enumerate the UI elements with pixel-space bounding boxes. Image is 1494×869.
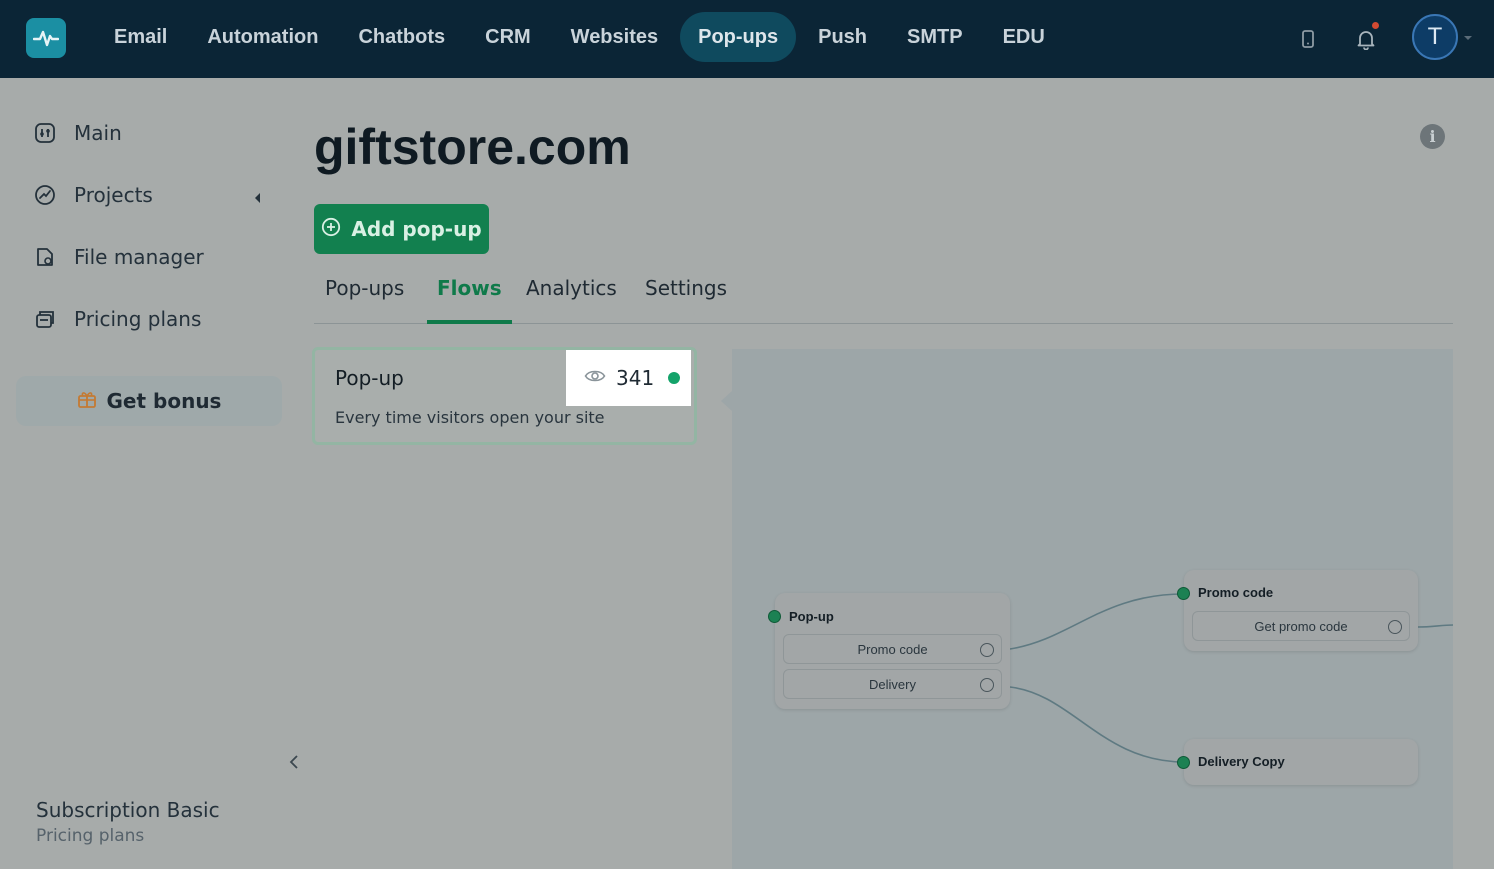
pricing-icon xyxy=(34,308,56,330)
flow-node-delivery-copy[interactable]: Delivery Copy xyxy=(1177,739,1418,785)
pulse-icon xyxy=(33,30,59,47)
nav-popups[interactable]: Pop-ups xyxy=(680,12,797,62)
plus-circle-icon xyxy=(321,217,341,242)
get-bonus-label: Get bonus xyxy=(106,389,222,413)
sidebar-item-file-manager[interactable]: File manager xyxy=(34,242,204,272)
sidebar-item-pricing-plans[interactable]: Pricing plans xyxy=(34,304,201,334)
views-count: 341 xyxy=(616,366,655,390)
add-popup-label: Add pop-up xyxy=(351,217,482,241)
nav-email[interactable]: Email xyxy=(96,12,185,62)
flow-node-popup[interactable]: Pop-up Promo code Delivery xyxy=(768,593,1010,709)
user-avatar[interactable]: T xyxy=(1412,14,1458,60)
option-output-circle[interactable] xyxy=(980,643,994,657)
flow-stats: 341 xyxy=(566,350,691,406)
page-title: giftstore.com xyxy=(314,119,631,175)
node-input-dot[interactable] xyxy=(1177,587,1190,600)
gift-icon xyxy=(77,389,97,414)
node-title: Pop-up xyxy=(789,609,834,624)
option-output-circle[interactable] xyxy=(980,678,994,692)
node-option-get-promo-code[interactable]: Get promo code xyxy=(1192,611,1410,641)
nav-edu[interactable]: EDU xyxy=(985,12,1063,62)
product-nav: Email Automation Chatbots CRM Websites P… xyxy=(96,12,1067,62)
node-title: Promo code xyxy=(1198,585,1274,600)
nav-chatbots[interactable]: Chatbots xyxy=(340,12,463,62)
nav-automation[interactable]: Automation xyxy=(189,12,336,62)
tab-bar: Pop-ups Flows Analytics Settings xyxy=(314,272,1453,324)
subscription-title: Subscription Basic xyxy=(36,798,220,822)
flow-card-description: Every time visitors open your site xyxy=(335,408,605,427)
flow-canvas[interactable]: Pop-up Promo code Delivery Promo code Ge… xyxy=(732,349,1453,869)
notification-bell-icon[interactable] xyxy=(1349,22,1383,56)
node-option-label: Get promo code xyxy=(1254,618,1348,634)
projects-icon xyxy=(34,184,56,206)
nav-crm[interactable]: CRM xyxy=(467,12,549,62)
canvas-pointer xyxy=(721,391,732,411)
flow-node-promo-code[interactable]: Promo code Get promo code xyxy=(1177,570,1418,651)
nav-smtp[interactable]: SMTP xyxy=(889,12,981,62)
notification-dot xyxy=(1372,22,1379,29)
nav-push[interactable]: Push xyxy=(800,12,885,62)
tab-popups[interactable]: Pop-ups xyxy=(315,272,414,324)
get-bonus-button[interactable]: Get bonus xyxy=(16,376,282,426)
active-status-dot xyxy=(668,372,681,384)
nav-websites[interactable]: Websites xyxy=(553,12,676,62)
flow-card-title: Pop-up xyxy=(335,366,404,390)
eye-icon xyxy=(584,368,606,388)
file-manager-icon xyxy=(34,246,56,268)
node-title: Delivery Copy xyxy=(1198,754,1285,769)
node-input-dot[interactable] xyxy=(1177,756,1190,769)
option-output-circle[interactable] xyxy=(1388,620,1402,634)
dashboard-icon xyxy=(34,122,56,144)
tab-flows[interactable]: Flows xyxy=(427,272,512,324)
collapse-sidebar-icon[interactable] xyxy=(285,750,303,774)
node-option-delivery[interactable]: Delivery xyxy=(783,669,1002,699)
node-option-promo-code[interactable]: Promo code xyxy=(783,634,1002,664)
sidebar-item-label: Projects xyxy=(74,183,153,207)
tab-analytics[interactable]: Analytics xyxy=(516,272,627,324)
sidebar-item-label: Pricing plans xyxy=(74,307,202,331)
chevron-down-icon[interactable] xyxy=(1464,36,1472,40)
app-logo[interactable] xyxy=(26,18,66,58)
caret-left-icon[interactable] xyxy=(255,193,260,203)
mobile-app-icon[interactable] xyxy=(1291,22,1325,56)
sidebar-item-main[interactable]: Main xyxy=(34,118,122,148)
node-option-label: Delivery xyxy=(869,676,916,692)
tab-settings[interactable]: Settings xyxy=(635,272,737,324)
top-navigation-bar: Email Automation Chatbots CRM Websites P… xyxy=(0,0,1494,78)
sidebar-item-label: Main xyxy=(74,121,122,145)
add-popup-button[interactable]: Add pop-up xyxy=(314,204,489,254)
sidebar-item-label: File manager xyxy=(74,245,204,269)
node-input-dot[interactable] xyxy=(768,610,781,623)
node-option-label: Promo code xyxy=(857,641,928,657)
pricing-plans-link[interactable]: Pricing plans xyxy=(36,826,144,846)
info-icon[interactable]: i xyxy=(1420,124,1445,149)
sidebar-item-projects[interactable]: Projects xyxy=(34,180,153,210)
